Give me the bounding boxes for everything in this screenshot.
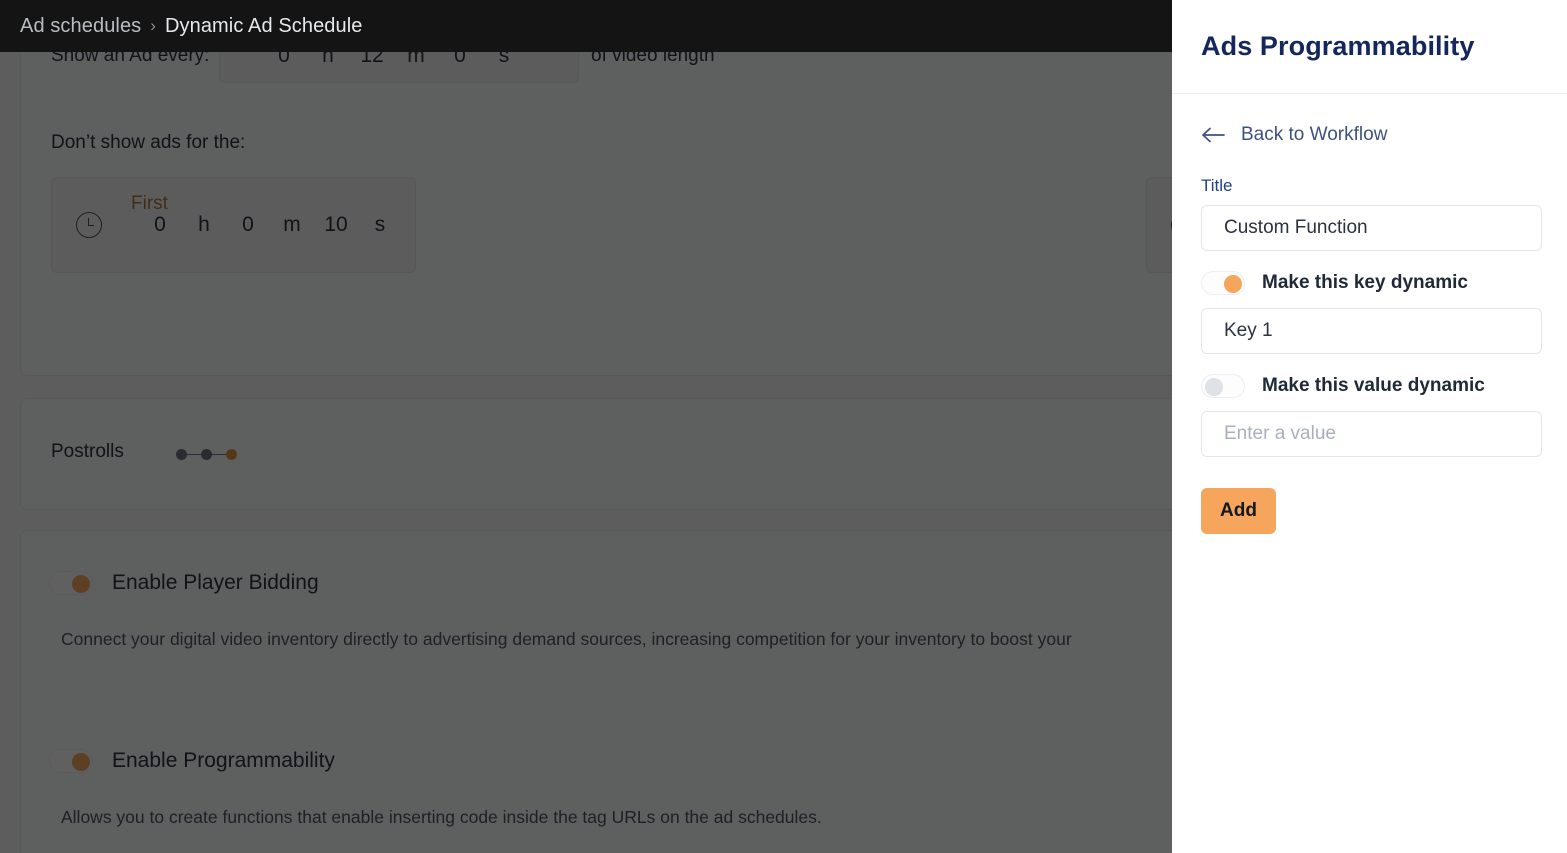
postrolls-label: Postrolls (51, 441, 124, 462)
drawer-title: Ads Programmability (1201, 31, 1475, 61)
page-content: Show an Ad every: 0 h 12 m 0 s of video … (0, 0, 1172, 853)
clock-icon (76, 212, 102, 238)
key-dynamic-toggle-row[interactable]: Make this key dynamic (1201, 271, 1538, 295)
toggle-knob (1224, 275, 1242, 293)
second-offset-time-input[interactable] (1146, 177, 1172, 273)
drawer-body: Back to Workflow Title Make this key dyn… (1172, 94, 1567, 534)
add-button[interactable]: Add (1201, 488, 1276, 534)
value-input[interactable] (1201, 411, 1542, 457)
breadcrumb-bar: Ad schedules › Dynamic Ad Schedule (0, 0, 1172, 52)
ad-schedule-card: Show an Ad every: 0 h 12 m 0 s of video … (20, 0, 1172, 376)
programmability-label: Enable Programmability (112, 749, 335, 772)
value-dynamic-toggle-row[interactable]: Make this value dynamic (1201, 374, 1538, 398)
first-offset-time-input[interactable]: 0 h 0 m 10 s (51, 177, 416, 273)
first-hours-unit: h (198, 213, 210, 236)
first-seconds-unit: s (374, 213, 386, 236)
player-bidding-description: Connect your digital video inventory dir… (61, 629, 1072, 649)
title-field-label: Title (1201, 176, 1233, 195)
back-to-workflow-label: Back to Workflow (1241, 124, 1388, 145)
breadcrumb-current: Dynamic Ad Schedule (164, 14, 363, 37)
features-card: Enable Player Bidding Connect your digit… (20, 530, 1172, 853)
breadcrumb-separator-icon: › (150, 16, 156, 35)
toggle-knob (72, 753, 90, 771)
programmability-description: Allows you to create functions that enab… (61, 807, 822, 827)
value-dynamic-toggle[interactable] (1201, 374, 1245, 398)
title-input[interactable] (1201, 205, 1542, 251)
player-bidding-toggle[interactable] (49, 571, 93, 595)
programmability-toggle[interactable] (49, 749, 93, 773)
first-seconds-value[interactable]: 10 (314, 213, 358, 237)
step-dot-3[interactable] (226, 449, 237, 460)
back-to-workflow-link[interactable]: Back to Workflow (1201, 124, 1538, 146)
key-dynamic-toggle[interactable] (1201, 271, 1245, 295)
key-input[interactable] (1201, 308, 1542, 354)
drawer-header: Ads Programmability (1172, 0, 1567, 94)
arrow-left-icon (1201, 127, 1225, 143)
app-backdrop: Show an Ad every: 0 h 12 m 0 s of video … (0, 0, 1172, 853)
postrolls-step-indicator[interactable] (176, 449, 237, 460)
step-connector-1 (187, 453, 201, 456)
dont-show-ads-label: Don’t show ads for the: (51, 132, 246, 153)
toggle-knob (72, 575, 90, 593)
first-offset-tag: First (131, 193, 168, 214)
first-minutes-value[interactable]: 0 (226, 213, 270, 237)
programmability-toggle-row[interactable]: Enable Programmability (49, 749, 335, 773)
first-minutes-unit: m (283, 213, 301, 236)
first-hours-value[interactable]: 0 (138, 213, 182, 237)
player-bidding-toggle-row[interactable]: Enable Player Bidding (49, 571, 319, 595)
postrolls-card: Postrolls (20, 398, 1172, 510)
step-dot-1[interactable] (176, 449, 187, 460)
key-dynamic-label: Make this key dynamic (1262, 272, 1468, 293)
step-connector-2 (212, 453, 226, 456)
toggle-knob (1205, 378, 1223, 396)
ads-programmability-drawer: Ads Programmability Back to Workflow Tit… (1172, 0, 1567, 853)
value-dynamic-label: Make this value dynamic (1262, 375, 1485, 396)
step-dot-2[interactable] (201, 449, 212, 460)
player-bidding-label: Enable Player Bidding (112, 571, 319, 594)
breadcrumb-root[interactable]: Ad schedules (20, 15, 141, 38)
